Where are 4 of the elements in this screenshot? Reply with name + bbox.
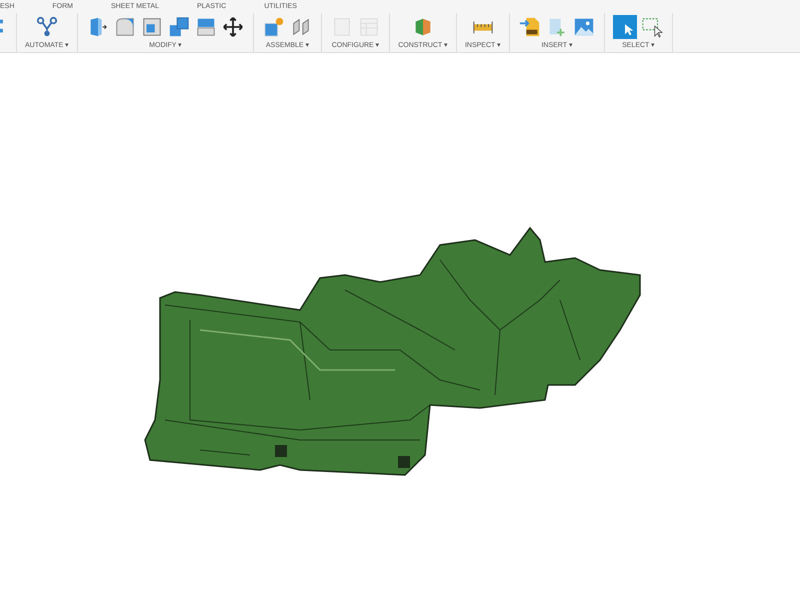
combine-icon[interactable]	[167, 15, 192, 39]
move-icon[interactable]	[221, 15, 246, 39]
pointer-icon[interactable]	[613, 15, 638, 39]
node-graph-icon[interactable]	[35, 15, 60, 39]
